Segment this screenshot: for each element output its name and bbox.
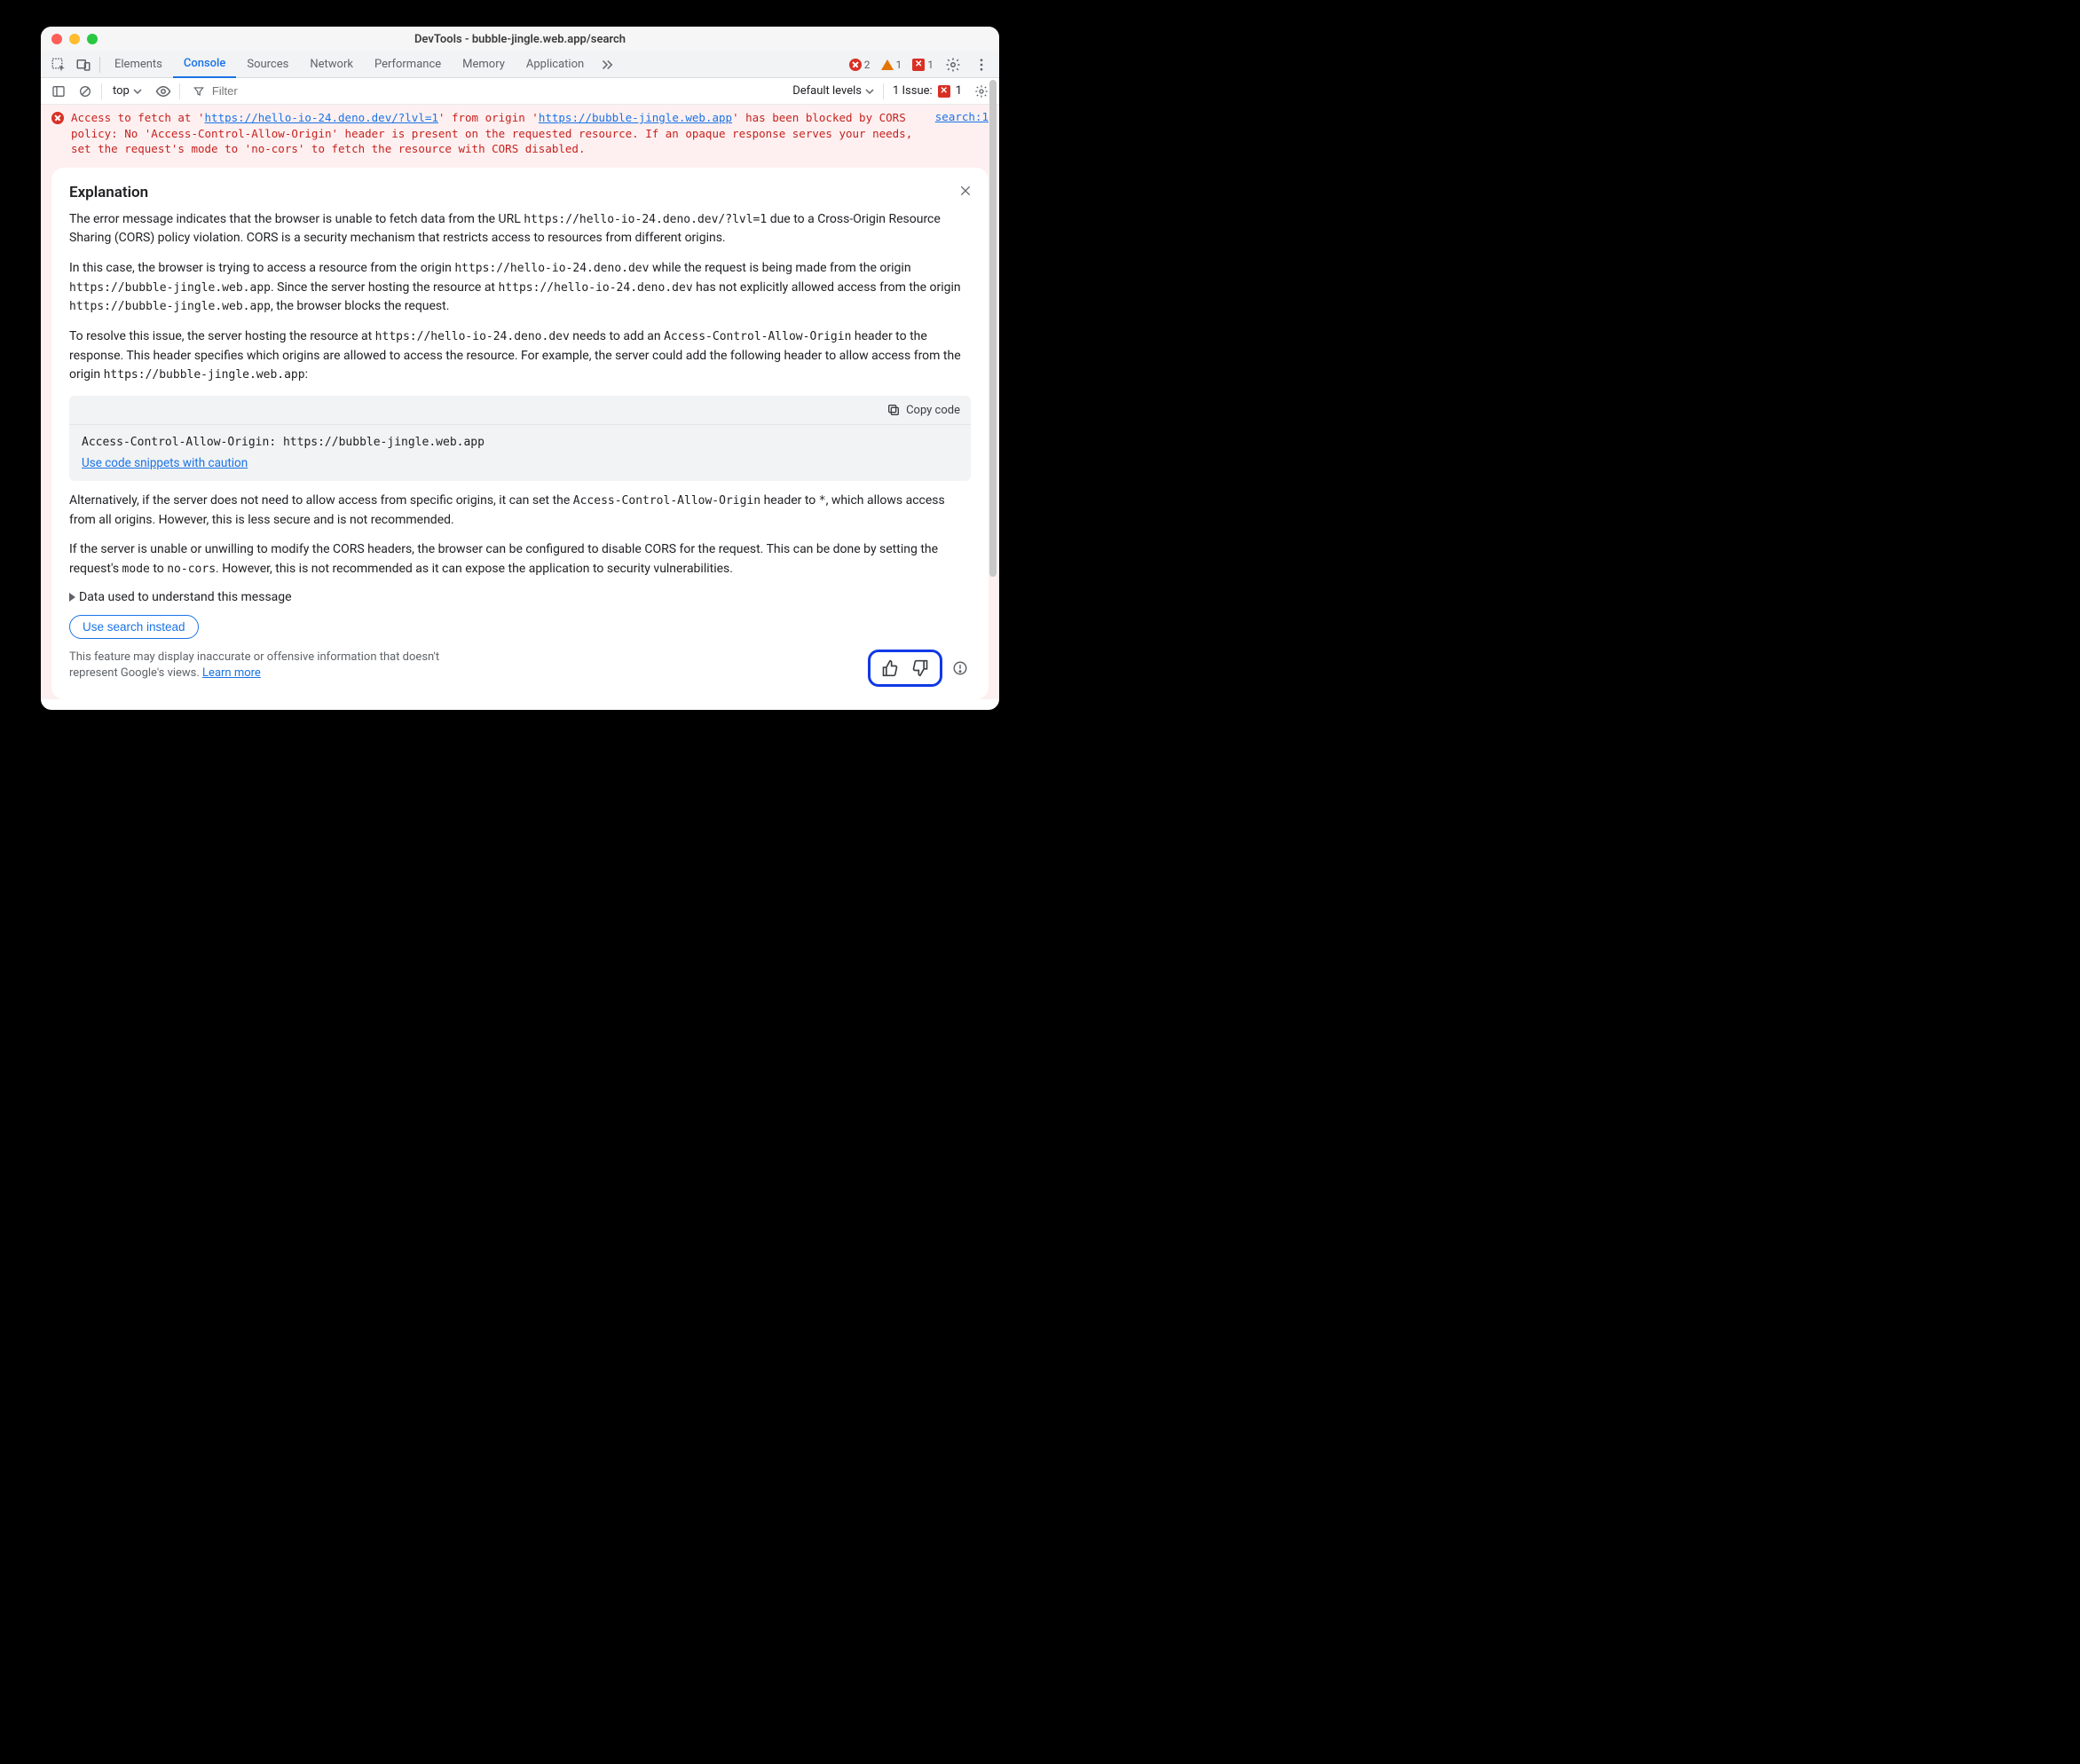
tab-network[interactable]: Network	[299, 51, 364, 78]
report-issue-icon[interactable]	[949, 658, 971, 679]
filter-box[interactable]	[185, 83, 264, 98]
copy-icon	[886, 403, 901, 417]
console-body: Access to fetch at 'https://hello-io-24.…	[41, 105, 999, 699]
thumbs-up-button[interactable]	[878, 656, 902, 681]
scrollbar[interactable]	[989, 80, 997, 701]
tab-memory[interactable]: Memory	[452, 51, 516, 78]
clear-console-icon[interactable]	[75, 81, 96, 102]
thumbs-down-button[interactable]	[908, 656, 933, 681]
code-caution-link[interactable]: Use code snippets with caution	[82, 456, 248, 470]
error-icon	[51, 112, 64, 124]
error-message: Access to fetch at 'https://hello-io-24.…	[71, 110, 928, 157]
window-title: DevTools - bubble-jingle.web.app/search	[41, 33, 999, 46]
error-url-1[interactable]: https://hello-io-24.deno.dev/?lvl=1	[205, 111, 438, 124]
separator	[99, 57, 100, 73]
more-tabs-icon[interactable]	[595, 52, 619, 77]
execution-context-select[interactable]: top	[107, 83, 147, 99]
issue-icon: ✕	[938, 85, 950, 98]
device-toolbar-icon[interactable]	[71, 52, 96, 77]
kebab-menu-icon[interactable]	[969, 52, 994, 77]
close-icon[interactable]	[957, 182, 974, 200]
error-url-2[interactable]: https://bubble-jingle.web.app	[539, 111, 732, 124]
tab-application[interactable]: Application	[516, 51, 595, 78]
code-content: Access-Control-Allow-Origin: https://bub…	[69, 425, 971, 456]
explanation-footer: This feature may display inaccurate or o…	[69, 650, 971, 687]
data-used-disclosure[interactable]: Data used to understand this message	[69, 590, 971, 604]
panel-tabs: Elements Console Sources Network Perform…	[104, 51, 595, 78]
explanation-panel: Explanation The error message indicates …	[51, 168, 989, 699]
console-toolbar: top Default levels 1 Issue: ✕ 1	[41, 78, 999, 105]
live-expression-icon[interactable]	[153, 81, 174, 102]
minimize-window-button[interactable]	[69, 34, 80, 44]
use-search-instead-button[interactable]: Use search instead	[69, 615, 199, 639]
disclosure-triangle-icon	[69, 593, 75, 602]
separator	[179, 83, 180, 99]
explanation-paragraph: Alternatively, if the server does not ne…	[69, 492, 971, 530]
separator	[883, 83, 884, 99]
disclaimer-text: This feature may display inaccurate or o…	[69, 650, 451, 681]
blocked-icon: ✕	[912, 59, 925, 71]
tab-performance[interactable]: Performance	[364, 51, 452, 78]
explanation-paragraph: If the server is unable or unwilling to …	[69, 540, 971, 579]
tab-console[interactable]: Console	[173, 51, 236, 78]
feedback-buttons	[868, 650, 942, 687]
zoom-window-button[interactable]	[87, 34, 98, 44]
copy-code-button[interactable]: Copy code	[69, 396, 971, 425]
titlebar: DevTools - bubble-jingle.web.app/search	[41, 27, 999, 51]
error-icon	[849, 59, 862, 71]
tab-sources[interactable]: Sources	[236, 51, 299, 78]
devtools-window: DevTools - bubble-jingle.web.app/search …	[41, 27, 999, 710]
warning-count[interactable]: 1	[878, 59, 906, 71]
filter-input[interactable]	[210, 83, 264, 98]
blocked-count[interactable]: ✕ 1	[909, 59, 937, 71]
explanation-paragraph: To resolve this issue, the server hostin…	[69, 327, 971, 385]
separator	[101, 83, 102, 99]
explanation-paragraph: In this case, the browser is trying to a…	[69, 259, 971, 317]
close-window-button[interactable]	[51, 34, 62, 44]
warning-icon	[881, 59, 894, 70]
explanation-title: Explanation	[69, 184, 971, 201]
inspect-element-icon[interactable]	[46, 52, 71, 77]
filter-icon	[193, 85, 205, 98]
log-levels-select[interactable]: Default levels	[792, 84, 874, 98]
main-tabbar: Elements Console Sources Network Perform…	[41, 51, 999, 78]
scrollbar-thumb[interactable]	[989, 80, 997, 577]
console-error-row[interactable]: Access to fetch at 'https://hello-io-24.…	[41, 105, 999, 161]
settings-icon[interactable]	[941, 52, 965, 77]
window-controls	[51, 34, 98, 44]
error-count[interactable]: 2	[846, 59, 874, 71]
learn-more-link[interactable]: Learn more	[202, 666, 261, 680]
code-block: Copy code Access-Control-Allow-Origin: h…	[69, 396, 971, 481]
tab-elements[interactable]: Elements	[104, 51, 173, 78]
issues-counter[interactable]: 1 Issue: ✕ 1	[893, 84, 962, 98]
explanation-paragraph: The error message indicates that the bro…	[69, 210, 971, 248]
error-source-link[interactable]: search:1	[935, 110, 989, 123]
toggle-sidebar-icon[interactable]	[48, 81, 69, 102]
